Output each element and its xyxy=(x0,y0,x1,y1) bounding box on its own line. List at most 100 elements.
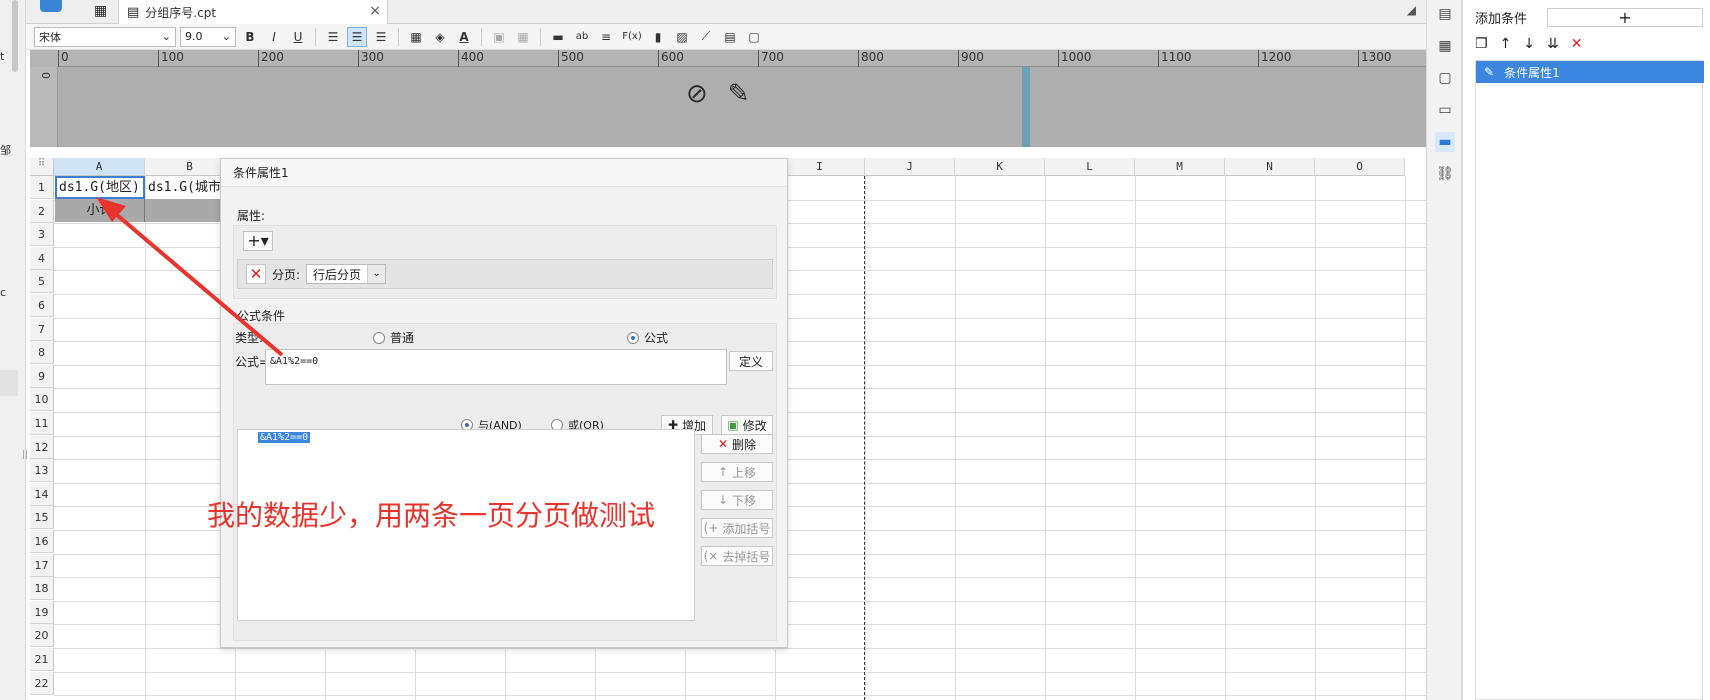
row-header[interactable]: 13 xyxy=(30,459,54,483)
designer-tab-icon[interactable] xyxy=(40,0,62,12)
row-header[interactable]: 22 xyxy=(30,671,54,695)
column-header[interactable]: O xyxy=(1315,158,1405,176)
slash-icon[interactable]: ⟋ xyxy=(696,27,716,47)
font-size-select[interactable]: 9.0 ⌄ xyxy=(180,26,236,47)
row-header[interactable]: 18 xyxy=(30,577,54,601)
type-formula-radio[interactable]: 公式 xyxy=(627,329,668,346)
row-header[interactable]: 14 xyxy=(30,482,54,506)
widget-icon[interactable]: ▢ xyxy=(744,27,764,47)
grid-corner[interactable]: ⠿ xyxy=(30,158,54,176)
fill-color-icon[interactable]: ◈ xyxy=(430,27,450,47)
page-boundary-marker[interactable] xyxy=(1022,67,1030,147)
row-header[interactable]: 7 xyxy=(30,317,54,341)
condition-attr-icon[interactable]: ▬ xyxy=(1435,132,1455,152)
row-header[interactable]: 20 xyxy=(30,624,54,648)
formula-input[interactable]: &A1%2==0 xyxy=(265,349,727,385)
grid-icon[interactable]: ▦ xyxy=(94,3,107,19)
column-header[interactable]: J xyxy=(865,158,955,176)
row-header[interactable]: 16 xyxy=(30,530,54,553)
column-header[interactable]: M xyxy=(1135,158,1225,176)
row-header[interactable]: 8 xyxy=(30,341,54,365)
grid-line xyxy=(54,695,1426,697)
column-header[interactable]: K xyxy=(955,158,1045,176)
column-header[interactable]: L xyxy=(1045,158,1135,176)
underline-button[interactable]: U xyxy=(288,27,308,47)
paragraph-icon[interactable]: ≡ xyxy=(596,27,616,47)
insert-row-icon[interactable]: ▬ xyxy=(548,27,568,47)
copy-icon[interactable]: ❐ xyxy=(1475,36,1488,52)
row-header[interactable]: 15 xyxy=(30,506,54,530)
page-break-select[interactable]: 行后分页 ⌄ xyxy=(306,264,387,284)
row-header[interactable]: 6 xyxy=(30,294,54,317)
edit-icon: ▣ xyxy=(727,418,739,432)
cell-attr-icon[interactable]: ▤ xyxy=(1435,4,1455,24)
ruler-mark: 1100 xyxy=(1158,50,1192,67)
move-down-label: 下移 xyxy=(732,493,757,508)
row-header[interactable]: 2 xyxy=(30,199,54,223)
row-header[interactable]: 9 xyxy=(30,364,54,388)
splitter-grip[interactable]: || xyxy=(22,450,28,460)
merge-cells-icon[interactable]: ▣ xyxy=(489,27,509,47)
font-name-select[interactable]: 宋体 ⌄ xyxy=(34,26,176,47)
pencil-icon[interactable]: ✎ xyxy=(728,79,750,109)
column-header[interactable]: I xyxy=(775,158,865,176)
row-header[interactable]: 12 xyxy=(30,435,54,459)
row-header[interactable]: 19 xyxy=(30,600,54,624)
row-header[interactable]: 10 xyxy=(30,388,54,412)
align-center-icon[interactable]: ☰ xyxy=(347,26,367,47)
border-icon[interactable]: ▦ xyxy=(406,27,426,47)
image-icon[interactable]: ▨ xyxy=(672,27,692,47)
define-button[interactable]: 定义 xyxy=(729,351,773,371)
modify-condition-button[interactable]: ▣ 修改 xyxy=(721,415,773,435)
left-selected-item[interactable] xyxy=(0,370,18,396)
add-attr-button[interactable]: +▾ xyxy=(243,231,273,251)
add-condition-plus-button[interactable]: + xyxy=(1547,8,1703,27)
row-header[interactable]: 5 xyxy=(30,270,54,294)
column-header[interactable]: N xyxy=(1225,158,1315,176)
row-header[interactable]: 21 xyxy=(30,648,54,671)
hyperlink-icon[interactable]: ⛓ xyxy=(1435,164,1455,184)
column-header[interactable]: A xyxy=(54,158,145,176)
cell-a1-selected[interactable]: ds1.G(地区) xyxy=(55,176,145,199)
delete-icon[interactable]: ✕ xyxy=(1571,36,1583,52)
arrow-down-icon[interactable]: ↓ xyxy=(1523,36,1535,52)
formula-button[interactable]: F(x) xyxy=(620,27,644,47)
delete-condition-button[interactable]: ✕ 删除 xyxy=(701,434,773,454)
row-header[interactable]: 4 xyxy=(30,246,54,270)
widget-settings-icon[interactable]: ▭ xyxy=(1435,100,1455,120)
cell-style-icon[interactable]: ▢ xyxy=(1435,68,1455,88)
move-down-button[interactable]: ↓ 下移 xyxy=(701,490,773,510)
type-normal-radio[interactable]: 普通 xyxy=(373,329,414,346)
move-bottom-icon[interactable]: ⇊ xyxy=(1547,36,1559,52)
move-up-button[interactable]: ↑ 上移 xyxy=(701,462,773,482)
arrow-up-icon[interactable]: ↑ xyxy=(1500,36,1512,52)
row-header[interactable]: 1 xyxy=(30,176,54,199)
condition-list-item[interactable]: &A1%2==0 xyxy=(258,432,311,443)
row-header[interactable]: 11 xyxy=(30,412,54,435)
cell-a2[interactable]: 小计 xyxy=(55,199,145,222)
grid-line xyxy=(54,648,1426,649)
split-cells-icon[interactable]: ▦ xyxy=(513,27,533,47)
align-left-icon[interactable]: ☰ xyxy=(323,27,343,47)
left-scrollbar[interactable] xyxy=(12,0,18,72)
row-header[interactable]: 17 xyxy=(30,553,54,577)
chart-icon[interactable]: ▮ xyxy=(648,27,668,47)
font-color-button[interactable]: A xyxy=(454,27,474,47)
remove-bracket-button[interactable]: (× 去掉括号 xyxy=(701,546,773,566)
file-tab[interactable]: ▤ 分组序号.cpt × xyxy=(118,0,388,24)
delete-attr-icon[interactable]: ✕ xyxy=(246,264,266,284)
row-header[interactable]: 3 xyxy=(30,223,54,247)
page-header-area[interactable]: ⊘ ✎ xyxy=(58,67,1426,147)
sub-report-icon[interactable]: ▤ xyxy=(720,27,740,47)
cell-element-icon[interactable]: ▦ xyxy=(1435,36,1455,56)
close-icon[interactable]: × xyxy=(369,3,381,19)
condition-item[interactable]: ✎ 条件属性1 xyxy=(1476,61,1704,83)
bold-button[interactable]: B xyxy=(240,27,260,47)
collapse-icon[interactable]: ◢ xyxy=(1407,3,1416,17)
text-button[interactable]: ab xyxy=(572,27,592,47)
italic-button[interactable]: I xyxy=(264,27,284,47)
eye-off-icon[interactable]: ⊘ xyxy=(686,79,708,109)
add-condition-title: 添加条件 xyxy=(1475,12,1528,27)
align-right-icon[interactable]: ☰ xyxy=(371,27,391,47)
add-bracket-button[interactable]: (+ 添加括号 xyxy=(701,518,773,538)
